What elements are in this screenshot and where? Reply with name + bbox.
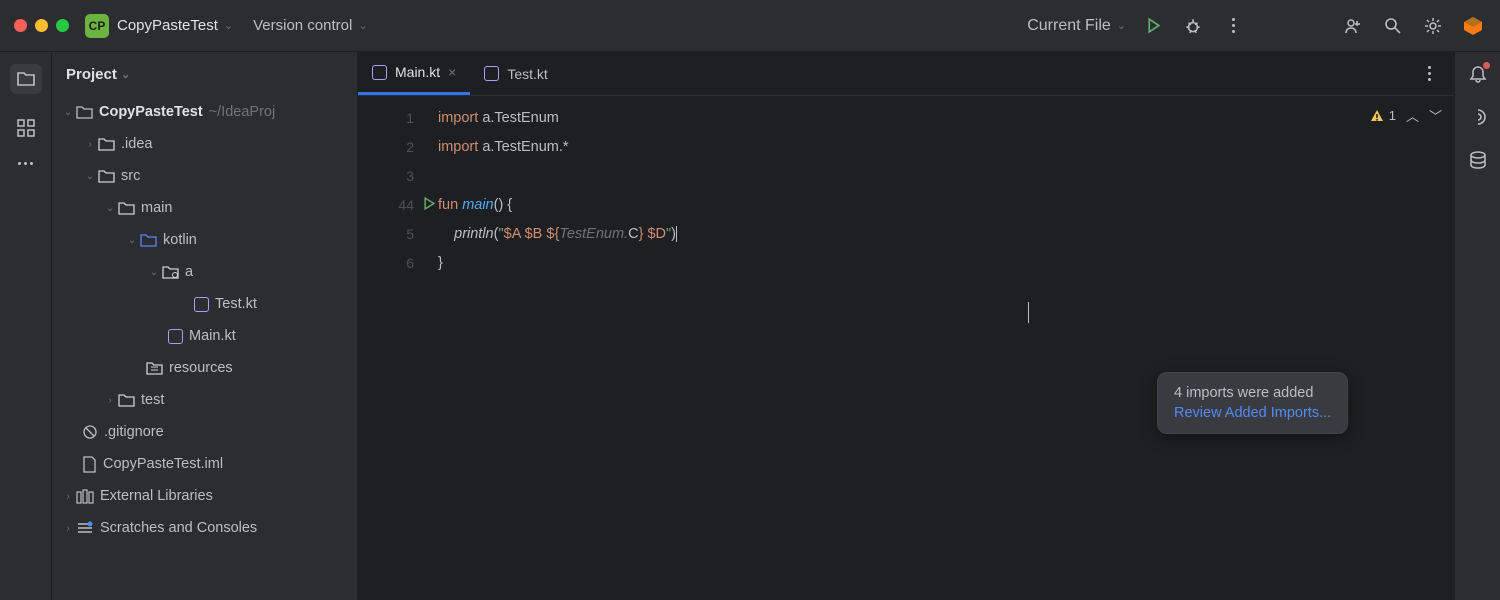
maximize-window-icon[interactable]	[56, 19, 69, 32]
chevron-down-icon[interactable]: ⌄	[224, 19, 233, 32]
run-line-icon[interactable]	[423, 197, 436, 210]
inspection-up-icon[interactable]: ︿	[1406, 106, 1419, 125]
code-area[interactable]: import a.TestEnum import a.TestEnum.* fu…	[438, 96, 1454, 600]
project-tool-button[interactable]	[10, 64, 42, 94]
tree-item-src[interactable]: ⌄src	[54, 160, 357, 192]
run-button[interactable]	[1140, 13, 1166, 39]
kotlin-file-icon	[372, 65, 387, 80]
tab-test-kt[interactable]: Test.kt	[470, 52, 561, 95]
more-actions-icon[interactable]	[1220, 13, 1246, 39]
tree-external-libraries[interactable]: ›External Libraries	[54, 480, 357, 512]
tree-item-test-kt[interactable]: Test.kt	[54, 288, 357, 320]
project-panel-header[interactable]: Project ⌄	[52, 52, 357, 96]
search-icon[interactable]	[1380, 13, 1406, 39]
structure-tool-button[interactable]	[16, 118, 36, 138]
editor-tabs: Main.kt × Test.kt	[358, 52, 1454, 96]
gutter: 1 2 3 44 5 6	[358, 96, 438, 600]
tab-main-kt[interactable]: Main.kt ×	[358, 52, 470, 95]
tree-scratches[interactable]: ›Scratches and Consoles	[54, 512, 357, 544]
minimize-window-icon[interactable]	[35, 19, 48, 32]
tree-item-resources[interactable]: resources	[54, 352, 357, 384]
project-panel: Project ⌄ ⌄CopyPasteTest~/IdeaProj ›.ide…	[52, 52, 358, 600]
warning-count: 1	[1389, 108, 1396, 123]
review-imports-link[interactable]: Review Added Imports...	[1174, 405, 1331, 421]
right-tool-rail	[1454, 52, 1500, 600]
close-window-icon[interactable]	[14, 19, 27, 32]
project-badge: CP	[85, 14, 109, 38]
close-tab-icon[interactable]: ×	[448, 64, 456, 80]
titlebar: CP CopyPasteTest ⌄ Version control⌄ Curr…	[0, 0, 1500, 52]
popup-message: 4 imports were added	[1174, 385, 1331, 401]
settings-icon[interactable]	[1420, 13, 1446, 39]
notifications-icon[interactable]	[1468, 64, 1488, 84]
run-config-selector[interactable]: Current File⌄	[1027, 17, 1126, 35]
tree-item-gitignore[interactable]: .gitignore	[54, 416, 357, 448]
code-with-me-icon[interactable]	[1340, 13, 1366, 39]
database-icon[interactable]	[1468, 150, 1488, 170]
more-tools-icon[interactable]	[18, 162, 33, 165]
ide-logo-icon[interactable]	[1460, 13, 1486, 39]
window-controls	[14, 19, 69, 32]
tab-more-icon[interactable]	[1416, 61, 1442, 87]
tree-item-main-kt[interactable]: Main.kt	[54, 320, 357, 352]
ai-assistant-icon[interactable]	[1467, 106, 1489, 128]
project-tree: ⌄CopyPasteTest~/IdeaProj ›.idea ⌄src ⌄ma…	[52, 96, 357, 544]
inspection-down-icon[interactable]: ﹀	[1429, 106, 1442, 125]
editor: Main.kt × Test.kt 1 2 3 44 5 6 import a.…	[358, 52, 1454, 600]
tree-root[interactable]: ⌄CopyPasteTest~/IdeaProj	[54, 96, 357, 128]
tree-item-iml[interactable]: CopyPasteTest.iml	[54, 448, 357, 480]
text-cursor-icon	[1028, 302, 1029, 323]
debug-button[interactable]	[1180, 13, 1206, 39]
inspection-widget[interactable]: 1 ︿ ﹀	[1369, 106, 1442, 125]
tree-item-main[interactable]: ⌄main	[54, 192, 357, 224]
left-tool-rail	[0, 52, 52, 600]
version-control-menu[interactable]: Version control⌄	[253, 17, 367, 34]
kotlin-file-icon	[484, 66, 499, 81]
imports-popup: 4 imports were added Review Added Import…	[1157, 372, 1348, 434]
tree-item-test[interactable]: ›test	[54, 384, 357, 416]
tree-item-idea[interactable]: ›.idea	[54, 128, 357, 160]
project-name[interactable]: CopyPasteTest	[117, 17, 218, 34]
tree-item-package-a[interactable]: ⌄a	[54, 256, 357, 288]
tree-item-kotlin[interactable]: ⌄kotlin	[54, 224, 357, 256]
